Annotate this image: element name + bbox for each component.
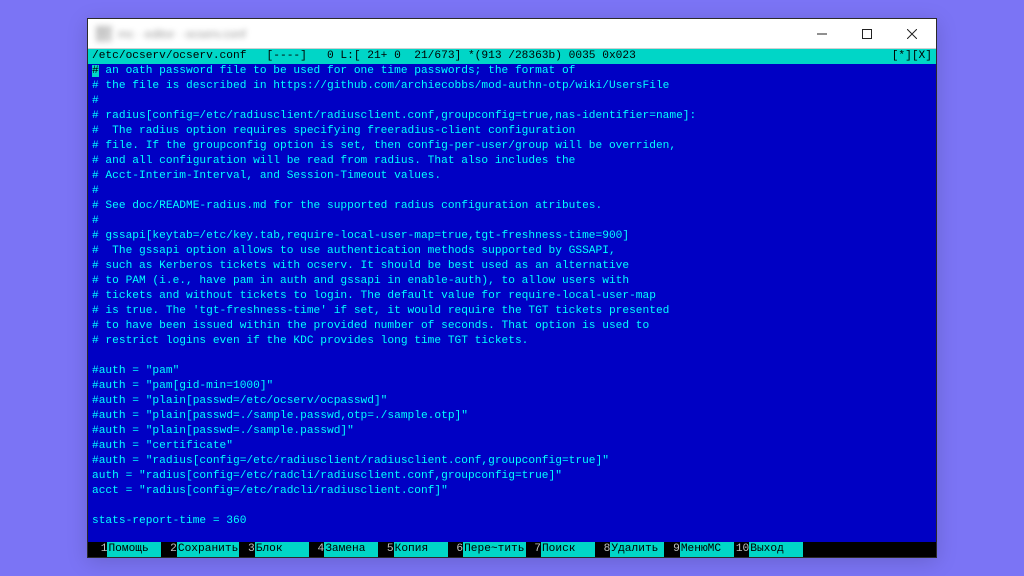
editor-line: # See doc/README-radius.md for the suppo… [92, 199, 932, 214]
editor-line: # gssapi[keytab=/etc/key.tab,require-loc… [92, 229, 932, 244]
app-window: mc · editor · ocserv.conf /etc/ocserv/oc… [87, 18, 937, 558]
fkey-number: 3 [241, 542, 254, 557]
editor-line: # The radius option requires specifying … [92, 124, 932, 139]
editor-line: # [92, 94, 932, 109]
terminal: /etc/ocserv/ocserv.conf [----] 0 L:[ 21+… [88, 49, 936, 557]
editor-line [92, 349, 932, 364]
fkey-label: Копия [394, 542, 448, 557]
fkey-number: 8 [597, 542, 610, 557]
fkey-label: Удалить [610, 542, 664, 557]
editor-statusbar: /etc/ocserv/ocserv.conf [----] 0 L:[ 21+… [88, 49, 936, 64]
fkey-label: Сохранить [177, 542, 239, 557]
fkey-number: 6 [450, 542, 463, 557]
editor-line: # file. If the groupconfig option is set… [92, 139, 932, 154]
editor-line [92, 499, 932, 514]
fkey-10[interactable]: 10Выход [736, 542, 803, 557]
fkey-number: 4 [311, 542, 324, 557]
editor-line: #auth = "certificate" [92, 439, 932, 454]
editor-line: # and all configuration will be read fro… [92, 154, 932, 169]
fkey-label: Поиск [541, 542, 595, 557]
editor-line: # the file is described in https://githu… [92, 79, 932, 94]
editor-line: # [92, 184, 932, 199]
cursor: # [92, 65, 99, 77]
fkey-label: Замена [324, 542, 378, 557]
fkey-9[interactable]: 9МенюMC [666, 542, 733, 557]
editor-line: # is true. The 'tgt-freshness-time' if s… [92, 304, 932, 319]
fkey-7[interactable]: 7Поиск [528, 542, 595, 557]
fkey-6[interactable]: 6Пере~тить [450, 542, 526, 557]
editor-line: acct = "radius[config=/etc/radcli/radius… [92, 484, 932, 499]
app-icon [96, 26, 112, 42]
fkey-3[interactable]: 3Блок [241, 542, 308, 557]
editor-line: # such as Kerberos tickets with ocserv. … [92, 259, 932, 274]
fkey-number: 7 [528, 542, 541, 557]
editor-line [92, 529, 932, 542]
editor-line: #auth = "pam" [92, 364, 932, 379]
editor-line: #auth = "radius[config=/etc/radiusclient… [92, 454, 932, 469]
editor-line: # an oath password file to be used for o… [92, 64, 932, 79]
fkey-number: 1 [94, 542, 107, 557]
fkey-5[interactable]: 5Копия [380, 542, 447, 557]
fkey-label: Выход [749, 542, 803, 557]
window-controls [799, 20, 934, 48]
editor-line: # radius[config=/etc/radiusclient/radius… [92, 109, 932, 124]
maximize-button[interactable] [844, 20, 889, 48]
status-left: /etc/ocserv/ocserv.conf [----] 0 L:[ 21+… [92, 49, 636, 64]
editor-line: stats-report-time = 360 [92, 514, 932, 529]
titlebar: mc · editor · ocserv.conf [88, 19, 936, 49]
fkey-4[interactable]: 4Замена [311, 542, 378, 557]
fkey-label: МенюMC [680, 542, 734, 557]
window-title: mc · editor · ocserv.conf [118, 27, 246, 41]
editor-line: # The gssapi option allows to use authen… [92, 244, 932, 259]
fkey-label: Помощь [107, 542, 161, 557]
close-button[interactable] [889, 20, 934, 48]
fkey-label: Пере~тить [463, 542, 525, 557]
titlebar-left: mc · editor · ocserv.conf [96, 26, 246, 42]
fkey-2[interactable]: 2Сохранить [163, 542, 239, 557]
editor-line: auth = "radius[config=/etc/radcli/radius… [92, 469, 932, 484]
editor-line: #auth = "plain[passwd=./sample.passwd,ot… [92, 409, 932, 424]
status-right: [*][X] [892, 49, 932, 64]
fkey-number: 9 [666, 542, 679, 557]
editor-line: # to have been issued within the provide… [92, 319, 932, 334]
fkey-8[interactable]: 8Удалить [597, 542, 664, 557]
minimize-button[interactable] [799, 20, 844, 48]
editor-line: #auth = "plain[passwd=./sample.passwd]" [92, 424, 932, 439]
editor-line: # to PAM (i.e., have pam in auth and gss… [92, 274, 932, 289]
editor-body[interactable]: # an oath password file to be used for o… [88, 64, 936, 542]
fkey-number: 10 [736, 542, 749, 557]
fkey-number: 2 [163, 542, 176, 557]
editor-line: # tickets and without tickets to login. … [92, 289, 932, 304]
editor-line: # Acct-Interim-Interval, and Session-Tim… [92, 169, 932, 184]
fkey-1[interactable]: 1Помощь [94, 542, 161, 557]
fkey-label: Блок [255, 542, 309, 557]
editor-line: # [92, 214, 932, 229]
editor-line: # restrict logins even if the KDC provid… [92, 334, 932, 349]
editor-line: #auth = "plain[passwd=/etc/ocserv/ocpass… [92, 394, 932, 409]
editor-line: #auth = "pam[gid-min=1000]" [92, 379, 932, 394]
function-key-bar: 1Помощь 2Сохранить 3Блок 4Замена 5Копия … [88, 542, 936, 557]
fkey-number: 5 [380, 542, 393, 557]
